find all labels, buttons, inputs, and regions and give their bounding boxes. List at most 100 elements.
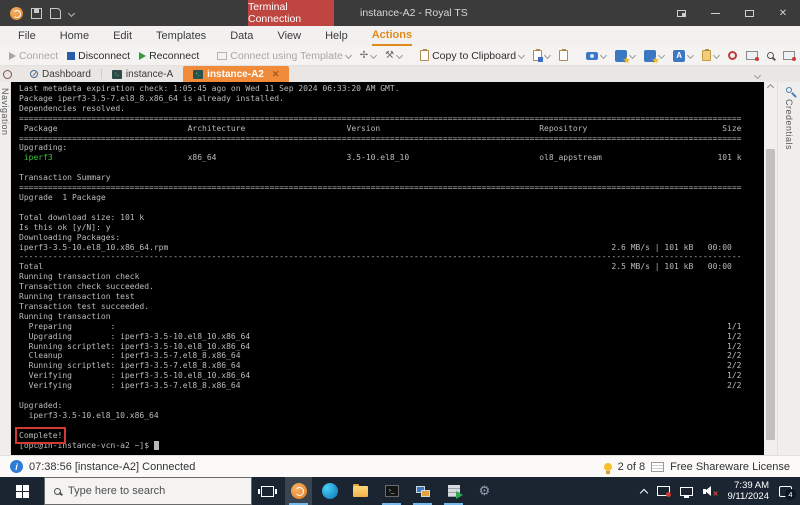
credentials-panel-label: Credentials	[784, 99, 794, 151]
taskbar-command-prompt[interactable]: ›_	[378, 477, 405, 505]
menu-data[interactable]: Data	[230, 26, 253, 46]
terminal-scrollbar[interactable]	[764, 82, 777, 455]
taskbar-royal-ts[interactable]	[285, 477, 312, 505]
scroll-up-icon[interactable]	[766, 83, 775, 92]
menu-help[interactable]: Help	[325, 26, 348, 46]
menu-home[interactable]: Home	[60, 26, 89, 46]
monitor-icon	[746, 51, 760, 61]
credentials-panel-strip[interactable]: Credentials	[777, 82, 800, 455]
popup-window-button[interactable]	[780, 50, 798, 61]
text-encoding-button[interactable]: A	[670, 49, 696, 63]
taskbar-edge[interactable]	[316, 477, 343, 505]
ribbon-menu: File Home Edit Templates Data View Help …	[0, 26, 800, 46]
template-window-icon	[217, 51, 228, 60]
disconnect-button[interactable]: Disconnect	[64, 49, 133, 63]
taskbar-remote-desktop[interactable]	[409, 477, 436, 505]
speaker-muted-icon[interactable]: ✕	[703, 485, 718, 498]
tab-instance-a[interactable]: ›_ instance-A	[102, 66, 183, 82]
connection-tab-bar: Dashboard ›_ instance-A ›_ instance-A2 ✕	[0, 66, 800, 82]
add-document-button[interactable]: ★	[641, 49, 667, 65]
connection-status-message: 07:38:56 [instance-A2] Connected	[29, 460, 196, 473]
tab-dashboard[interactable]: Dashboard	[20, 66, 101, 82]
tab-list-dropdown-icon[interactable]	[753, 71, 762, 80]
close-tab-icon[interactable]: ✕	[272, 69, 280, 80]
actions-toolbar: Connect Disconnect Reconnect Connect usi…	[0, 46, 800, 66]
key-icon	[784, 85, 794, 95]
paste-button[interactable]	[530, 49, 553, 62]
paste-icon	[533, 49, 544, 62]
reconnect-button[interactable]: Reconnect	[136, 49, 202, 63]
lightbulb-icon[interactable]	[603, 462, 612, 474]
remote-screen-button[interactable]	[743, 50, 761, 61]
paste-special-button[interactable]	[556, 49, 571, 62]
taskbar-settings[interactable]: ⚙	[471, 477, 498, 505]
menu-view[interactable]: View	[277, 26, 301, 46]
menu-templates[interactable]: Templates	[156, 26, 206, 46]
terminal[interactable]: Last metadata expiration check: 1:05:45 …	[11, 82, 764, 455]
session-notes-button[interactable]	[699, 49, 722, 62]
notification-center-icon[interactable]: 4	[779, 485, 796, 500]
clipboard-icon	[420, 49, 430, 61]
taskbar-clock[interactable]: 7:39 AM 9/11/2024	[727, 480, 769, 502]
document-icon[interactable]	[50, 7, 61, 19]
task-view-icon	[258, 485, 277, 497]
play-icon	[9, 51, 16, 60]
quick-access-toolbar	[0, 6, 76, 20]
close-button[interactable]: ✕	[766, 0, 800, 26]
system-tray: ✕ 7:39 AM 9/11/2024 4	[640, 480, 800, 502]
font-a-icon: A	[673, 49, 686, 62]
scrollbar-thumb[interactable]	[766, 149, 775, 441]
minimize-button[interactable]	[698, 0, 732, 26]
screenshot-button[interactable]	[583, 51, 609, 61]
remote-desktop-icon	[415, 485, 430, 497]
notes-clipboard-icon	[702, 49, 712, 61]
taskbar-search-input[interactable]: Type here to search	[44, 477, 252, 505]
hammer-icon: ⚒	[385, 50, 395, 61]
connect-using-template-button[interactable]: Connect using Template	[214, 49, 353, 63]
taskbar-server-manager[interactable]	[440, 477, 467, 505]
window-title: instance-A2 - Royal TS	[360, 7, 468, 19]
server-play-icon	[447, 485, 463, 499]
dashboard-gauge-icon	[30, 70, 38, 78]
license-label[interactable]: Free Shareware License	[670, 461, 790, 473]
paste-special-icon	[559, 49, 569, 61]
search-icon	[54, 487, 61, 495]
gear-icon: ⚙	[478, 483, 491, 498]
menu-file[interactable]: File	[18, 26, 36, 46]
task-view-button[interactable]	[254, 477, 281, 505]
copy-to-clipboard-button[interactable]: Copy to Clipboard	[417, 49, 527, 63]
maximize-restore-button[interactable]	[732, 0, 766, 26]
document-star-icon: ★	[644, 49, 659, 65]
search-placeholder: Type here to search	[68, 485, 166, 497]
tab-instance-a2[interactable]: ›_ instance-A2 ✕	[183, 66, 290, 82]
command-task-button[interactable]: ⚒	[382, 49, 405, 62]
play-restart-icon	[139, 51, 147, 60]
save-icon[interactable]	[31, 7, 42, 19]
license-icon	[651, 461, 665, 472]
start-button[interactable]	[0, 477, 44, 505]
title-bar: Terminal Connection instance-A2 - Royal …	[0, 0, 800, 26]
network-icon[interactable]	[680, 486, 694, 498]
key-sequence-button[interactable]: ✢	[357, 49, 379, 62]
find-button[interactable]	[764, 51, 777, 60]
folder-icon	[353, 483, 368, 497]
menu-edit[interactable]: Edit	[113, 26, 132, 46]
taskbar-file-explorer[interactable]	[347, 477, 374, 505]
record-button[interactable]	[725, 50, 740, 61]
tray-app-alert-icon[interactable]	[657, 486, 672, 497]
add-connection-button[interactable]: ★	[612, 49, 638, 65]
navigation-panel-strip[interactable]: Navigation	[0, 82, 11, 455]
info-icon: i	[10, 460, 23, 473]
royal-ts-icon	[290, 483, 307, 499]
menu-actions[interactable]: Actions	[371, 26, 413, 46]
tray-expand-chevron-icon[interactable]	[640, 488, 649, 497]
dock-window-button[interactable]	[664, 0, 698, 26]
connect-button[interactable]: Connect	[6, 49, 61, 63]
terminal-output: Last metadata expiration check: 1:05:45 …	[14, 84, 742, 450]
quick-access-chevron-icon[interactable]	[67, 9, 76, 17]
windows-taskbar: Type here to search ›_ ⚙ ✕ 7:39 AM 9/11/2…	[0, 477, 800, 505]
window-popup-icon	[783, 51, 797, 61]
royal-ts-logo-icon	[10, 6, 23, 20]
notification-badge: 4	[785, 488, 796, 500]
navigation-compass-icon[interactable]	[3, 70, 12, 79]
